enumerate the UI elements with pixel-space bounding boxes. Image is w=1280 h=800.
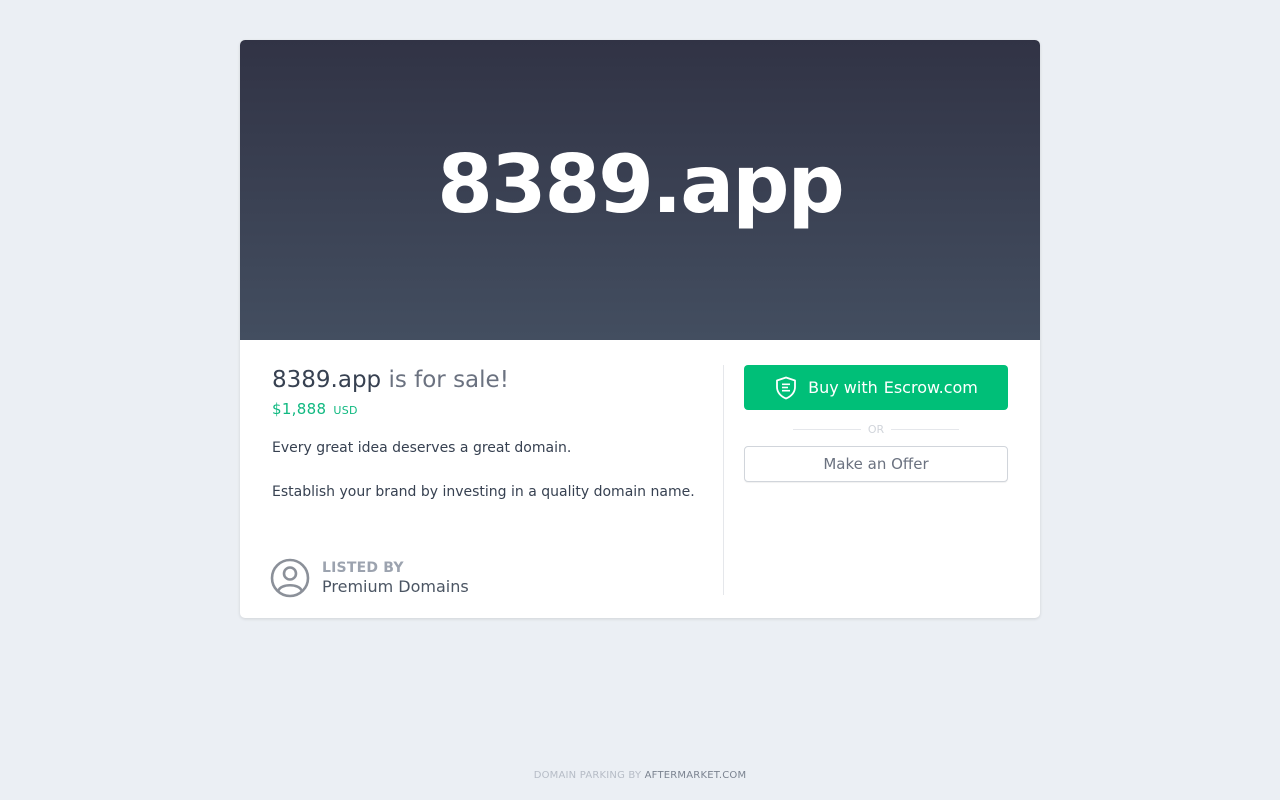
description-2: Establish your brand by investing in a q… <box>272 484 695 500</box>
buy-label: Buy with <box>808 378 878 397</box>
price-symbol: $ <box>272 400 282 418</box>
sale-suffix: is for sale! <box>381 367 509 393</box>
hero-banner: 8389.app <box>240 40 1040 340</box>
or-text: OR <box>867 422 885 436</box>
make-offer-button[interactable]: Make an Offer <box>744 446 1008 482</box>
price-value: 1,888 <box>281 400 327 418</box>
listing-info: 8389.app is for sale! $1,888 USD Every g… <box>272 366 702 501</box>
domain-card: 8389.app 8389.app is for sale! $1,888 US… <box>240 40 1040 618</box>
buy-with-escrow-button[interactable]: Buy with Escrow.com <box>744 365 1008 410</box>
listed-by-label: LISTED BY <box>322 559 404 576</box>
listed-by: LISTED BY Premium Domains <box>270 558 469 598</box>
or-line-right <box>891 428 960 430</box>
sale-headline: 8389.app is for sale! <box>272 366 702 394</box>
or-line-left <box>792 428 861 430</box>
description-1: Every great idea deserves a great domain… <box>272 440 572 456</box>
seller-name[interactable]: Premium Domains <box>322 577 469 597</box>
footer-prefix: DOMAIN PARKING BY <box>533 770 645 781</box>
footer: DOMAIN PARKING BY AFTERMARKET.COM <box>0 770 1280 781</box>
shield-icon <box>776 376 797 399</box>
card-body: 8389.app is for sale! $1,888 USD Every g… <box>240 340 1040 618</box>
buy-brand: Escrow.com <box>883 378 978 397</box>
user-avatar-icon <box>270 558 310 598</box>
listed-by-text: LISTED BY Premium Domains <box>322 560 469 597</box>
or-separator: OR <box>744 421 1008 437</box>
price-currency: USD <box>333 404 358 417</box>
vertical-divider <box>723 365 724 595</box>
hero-domain-title: 8389.app <box>437 138 845 231</box>
footer-link[interactable]: AFTERMARKET.COM <box>645 770 747 781</box>
price: $1,888 USD <box>272 400 702 418</box>
sale-domain: 8389.app <box>272 367 382 393</box>
purchase-actions: Buy with Escrow.com OR Make an Offer <box>744 365 1008 482</box>
